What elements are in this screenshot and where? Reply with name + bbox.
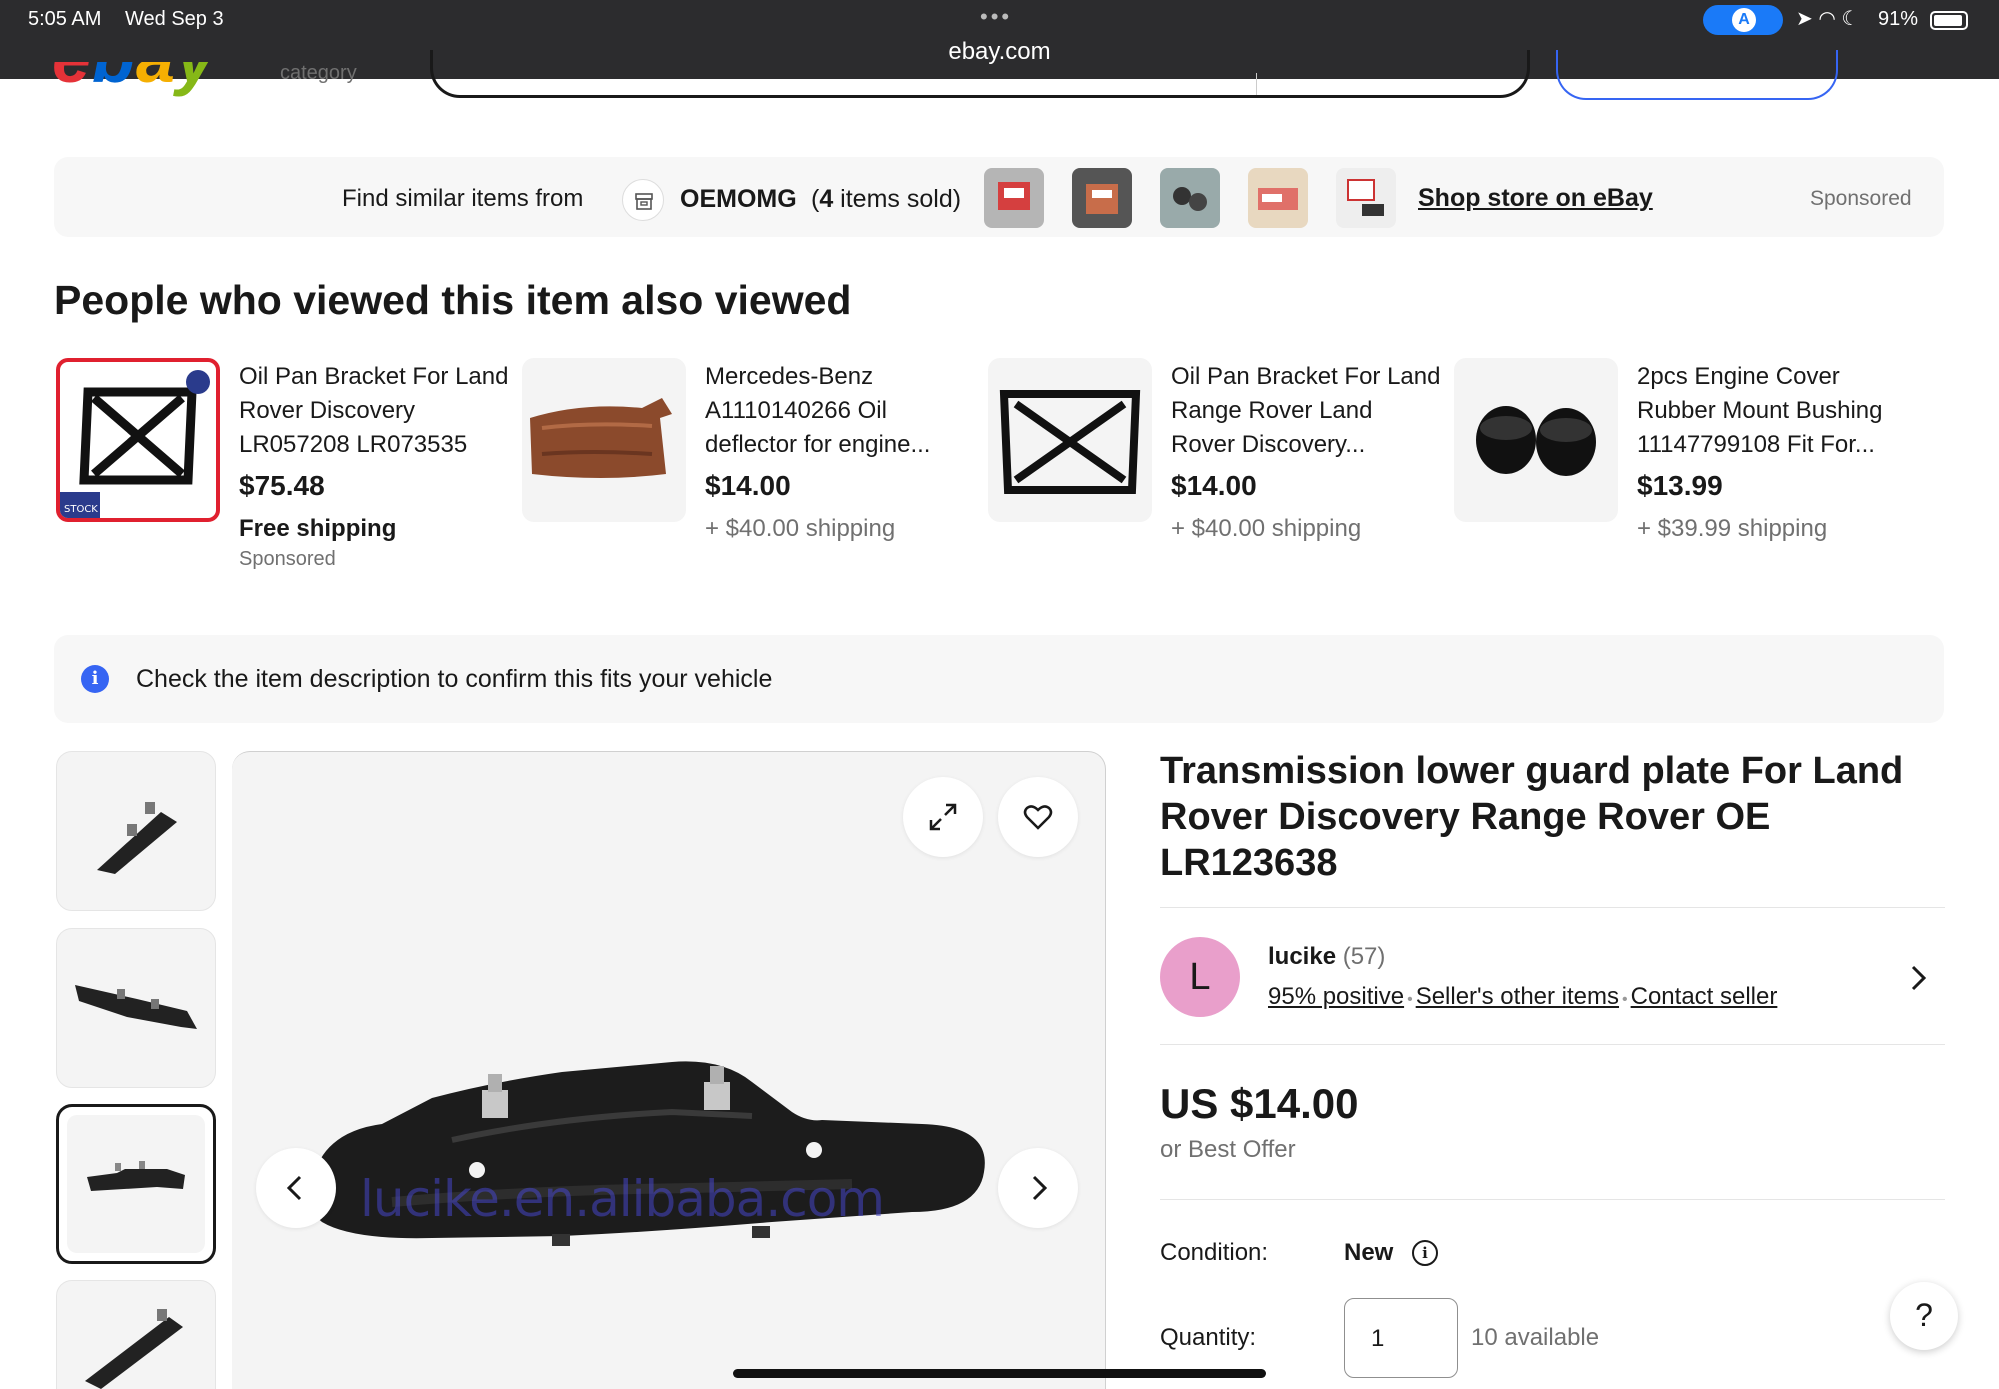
main-product-image[interactable] [232, 751, 1106, 1389]
condition-info-icon[interactable]: i [1412, 1240, 1438, 1266]
item-price: US $14.00 [1160, 1080, 1359, 1127]
battery-icon [1930, 11, 1968, 30]
card-price: $14.00 [1171, 470, 1257, 501]
previous-image-button[interactable] [256, 1148, 336, 1228]
gallery-thumbnail-selected[interactable] [56, 1104, 216, 1264]
card-title[interactable]: Oil Pan Bracket For Land Rover Discovery… [239, 360, 509, 462]
store-item-thumbnail[interactable] [1072, 168, 1132, 228]
location-arrow-icon: A [1732, 8, 1756, 32]
fitment-notice: i Check the item description to confirm … [54, 635, 1944, 723]
image-watermark: lucike.en.alibaba.com [360, 1170, 885, 1228]
card-title[interactable]: Mercedes-Benz A1110140266 Oil deflector … [705, 360, 975, 462]
card-shipping: + $40.00 shipping [1171, 515, 1362, 542]
gallery-thumbnail[interactable] [56, 928, 216, 1088]
card-shipping: Free shipping [239, 515, 397, 542]
divider [1160, 907, 1945, 908]
also-viewed-title: People who viewed this item also viewed [54, 277, 852, 323]
navigation-pill: A [1703, 5, 1783, 35]
divider [1160, 1199, 1945, 1200]
next-image-button[interactable] [998, 1148, 1078, 1228]
also-viewed-card[interactable]: Oil Pan Bracket For Land Range Rover Lan… [988, 358, 1443, 578]
card-sponsored: Sponsored [239, 548, 336, 570]
seller-other-items-link[interactable]: Seller's other items [1416, 983, 1619, 1010]
shop-store-link[interactable]: Shop store on eBay [1418, 184, 1653, 213]
quantity-available: 10 available [1471, 1324, 1600, 1351]
store-strip-lead: Find similar items from [342, 185, 584, 212]
info-icon: i [81, 665, 109, 693]
positive-feedback-link[interactable]: 95% positive [1268, 983, 1404, 1010]
contact-seller-link[interactable]: Contact seller [1631, 983, 1778, 1010]
fitment-notice-text: Check the item description to confirm th… [136, 665, 773, 693]
store-icon [622, 179, 664, 221]
sponsored-label: Sponsored [1810, 187, 1912, 210]
also-viewed-card[interactable]: 2pcs Engine Cover Rubber Mount Bushing 1… [1454, 358, 1909, 578]
store-name[interactable]: OEMOMG [680, 185, 797, 214]
also-viewed-card[interactable]: Mercedes-Benz A1110140266 Oil deflector … [522, 358, 977, 578]
more-dots-icon[interactable]: ••• [980, 4, 1012, 30]
product-image[interactable] [988, 358, 1152, 522]
card-title[interactable]: 2pcs Engine Cover Rubber Mount Bushing 1… [1637, 360, 1907, 462]
search-input[interactable] [430, 50, 1530, 98]
help-button[interactable]: ? [1890, 1282, 1958, 1350]
heart-icon [1023, 805, 1053, 830]
svg-text:STOCK: STOCK [64, 504, 98, 515]
seller-name[interactable]: lucike (57) [1268, 943, 1385, 971]
status-time: 5:05 AM [28, 8, 102, 30]
wifi-moon-icons: ➤ ◠ ☾ [1796, 8, 1860, 30]
chevron-right-icon [1032, 1175, 1048, 1201]
product-image[interactable] [1454, 358, 1618, 522]
card-price: $13.99 [1637, 470, 1723, 501]
home-indicator[interactable] [733, 1369, 1266, 1378]
status-date: Wed Sep 3 [125, 8, 224, 30]
best-offer-text: or Best Offer [1160, 1136, 1296, 1163]
card-price: $75.48 [239, 470, 325, 501]
similar-store-strip: Find similar items from OEMOMG (4 items … [54, 157, 1944, 237]
chevron-left-icon [286, 1175, 302, 1201]
search-button[interactable] [1556, 50, 1838, 100]
product-image[interactable]: STOCK [56, 358, 220, 522]
store-item-thumbnail[interactable] [1336, 168, 1396, 228]
quantity-label: Quantity: [1160, 1324, 1257, 1351]
ebay-logo[interactable]: ebay [52, 62, 242, 98]
store-sold-count: (4 items sold) [811, 185, 962, 213]
card-shipping: + $39.99 shipping [1637, 515, 1828, 542]
seller-links: 95% positive • Seller's other items • Contac… [1268, 983, 1778, 1010]
card-title[interactable]: Oil Pan Bracket For Land Range Rover Lan… [1171, 360, 1441, 462]
condition-label: Condition: [1160, 1239, 1269, 1266]
divider [1160, 1044, 1945, 1045]
condition-value: New [1344, 1239, 1394, 1266]
store-item-thumbnail[interactable] [1248, 168, 1308, 228]
seller-chevron-right-icon[interactable] [1908, 963, 1930, 993]
watchlist-heart-button[interactable] [998, 777, 1078, 857]
expand-icon [929, 803, 957, 831]
card-price: $14.00 [705, 470, 791, 501]
card-shipping: + $40.00 shipping [705, 515, 896, 542]
item-title: Transmission lower guard plate For Land … [1160, 750, 1904, 884]
gallery-thumbnail[interactable] [56, 751, 216, 911]
expand-image-button[interactable] [903, 777, 983, 857]
seller-avatar[interactable]: L [1160, 937, 1240, 1017]
seller-feedback-count: (57) [1342, 943, 1386, 970]
product-image[interactable] [522, 358, 686, 522]
gallery-thumbnail[interactable] [56, 1280, 216, 1389]
battery-percent: 91% [1878, 8, 1919, 30]
store-item-thumbnail[interactable] [1160, 168, 1220, 228]
quantity-input[interactable]: 1 [1344, 1298, 1458, 1378]
store-item-thumbnail[interactable] [984, 168, 1044, 228]
also-viewed-card[interactable]: STOCK Oil Pan Bracket For Land Rover Dis… [56, 358, 511, 578]
category-dropdown[interactable]: category [280, 62, 357, 86]
